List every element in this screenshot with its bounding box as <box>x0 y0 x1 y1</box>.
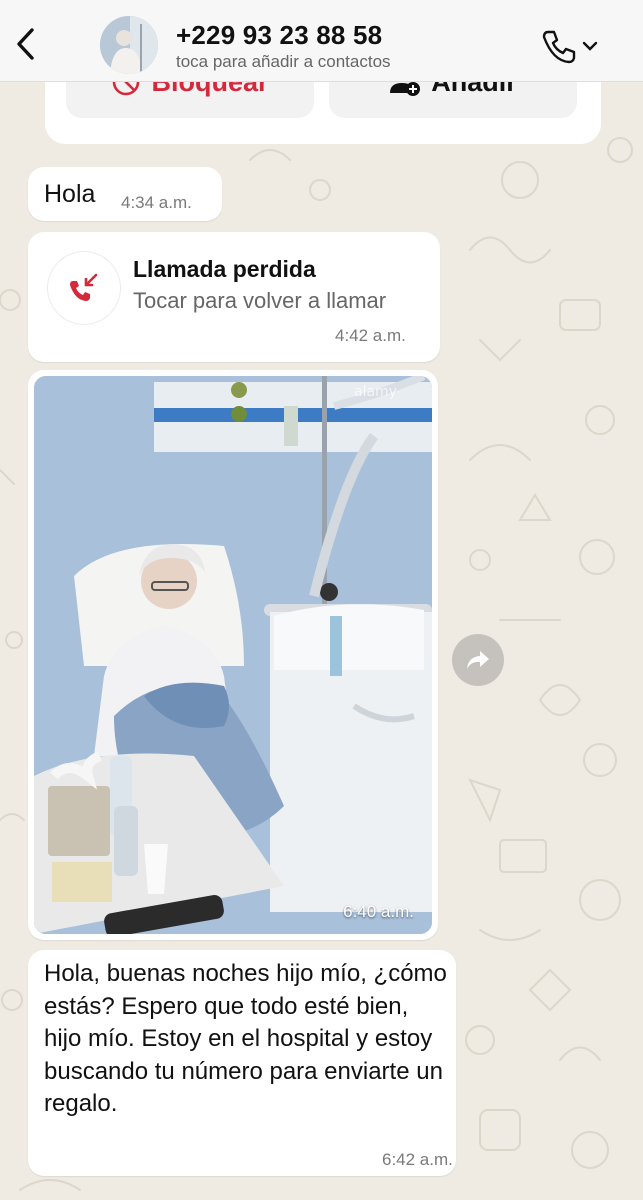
svg-text:alamy: alamy <box>354 384 397 400</box>
missed-call-icon-circle <box>48 252 120 324</box>
message-time: 4:42 a.m. <box>335 326 406 345</box>
missed-call-bubble[interactable]: Llamada perdida Tocar para volver a llam… <box>28 232 440 362</box>
contact-avatar[interactable] <box>100 16 158 74</box>
message-time: 6:42 a.m. <box>382 1150 453 1169</box>
contact-name[interactable]: +229 93 23 88 58 <box>176 20 382 51</box>
forward-button[interactable] <box>452 634 504 686</box>
hospital-photo[interactable]: alamy 6:40 a.m. <box>34 376 432 934</box>
contact-subtitle[interactable]: toca para añadir a contactos <box>176 52 391 72</box>
chevron-left-icon <box>17 28 34 60</box>
chevron-down-icon <box>582 41 598 51</box>
hospital-photo-illustration: alamy <box>34 376 432 934</box>
message-bubble[interactable]: Hola, buenas noches hijo mío, ¿cómo está… <box>28 950 456 1176</box>
back-button[interactable] <box>8 22 42 66</box>
missed-call-icon <box>70 273 98 301</box>
image-message-bubble[interactable]: alamy 6:40 a.m. <box>28 370 438 940</box>
forward-icon <box>467 651 489 669</box>
chat-screen: Bloquear Añadir +229 93 23 88 <box>0 0 643 1200</box>
avatar-photo <box>100 16 158 74</box>
message-text: Hola, buenas noches hijo mío, ¿cómo está… <box>44 960 447 1117</box>
message-time: 4:34 a.m. <box>121 193 192 212</box>
message-bubble[interactable]: Hola 4:34 a.m. <box>28 167 222 221</box>
missed-call-title: Llamada perdida <box>133 256 316 282</box>
message-text: Hola <box>44 180 96 208</box>
chat-header: +229 93 23 88 58 toca para añadir a cont… <box>0 0 643 82</box>
missed-call-subtitle: Tocar para volver a llamar <box>133 288 387 313</box>
phone-icon <box>542 30 576 64</box>
call-button[interactable] <box>540 26 606 66</box>
image-time: 6:40 a.m. <box>343 902 414 921</box>
